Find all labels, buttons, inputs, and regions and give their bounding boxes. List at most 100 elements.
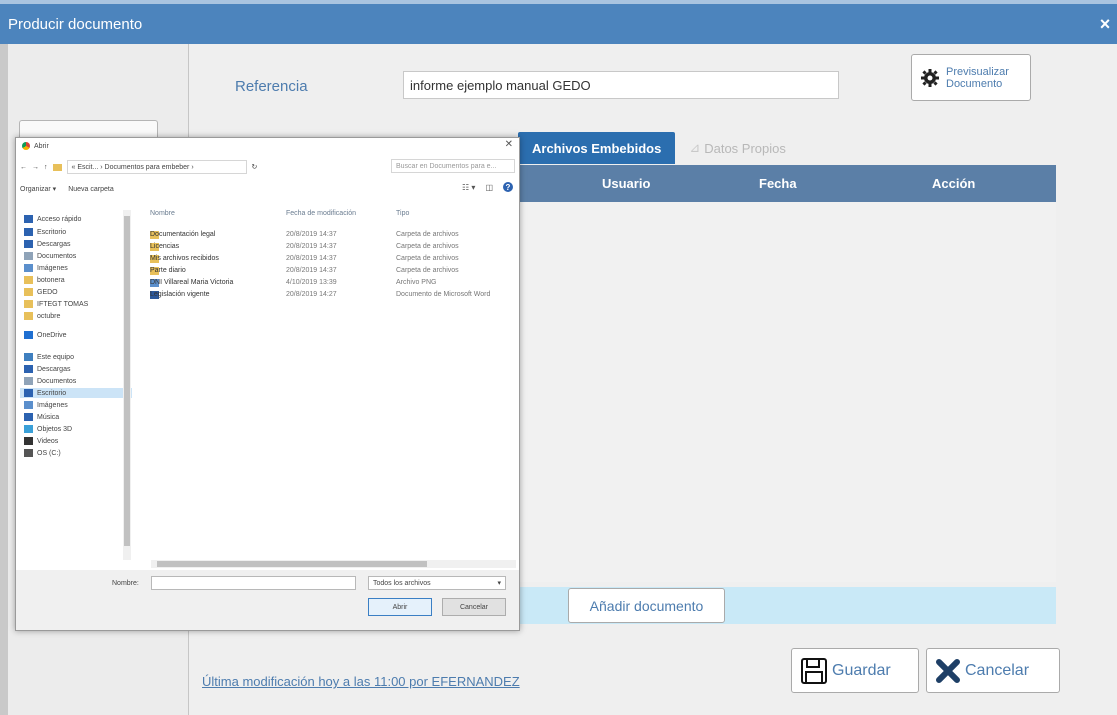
nav-item-label: IFTEGT TOMAS xyxy=(37,300,89,308)
save-label: Guardar xyxy=(832,661,891,679)
file-row[interactable]: Documentación legal 20/8/2019 14:37 Carpet… xyxy=(144,231,518,241)
dialog-search-input[interactable]: Buscar en Documentos para e... xyxy=(391,159,515,173)
dialog-bottom-bar: Nombre: Todos los archivos ▾ Abrir Cance… xyxy=(16,570,519,630)
nav-item[interactable]: Descargas xyxy=(24,364,70,374)
nav-item-label: Este equipo xyxy=(37,353,74,361)
file-date: 20/8/2019 14:37 xyxy=(286,255,337,262)
nav-item[interactable]: Escritorio xyxy=(20,388,132,398)
nav-item[interactable]: Imágenes xyxy=(24,400,68,410)
file-type-select[interactable]: Todos los archivos ▾ xyxy=(368,576,506,590)
up-arrow-icon[interactable]: ↑ xyxy=(44,164,48,171)
reference-input[interactable]: informe ejemplo manual GEDO xyxy=(403,71,839,99)
preview-label-line1: Previsualizar xyxy=(946,65,1009,78)
nav-item-label: Escritorio xyxy=(37,389,67,397)
file-row[interactable]: DNI Villareal Maria Victoria 4/10/2019 13… xyxy=(144,279,518,289)
chevron-down-icon: ▾ xyxy=(497,580,501,587)
tab-archivos-embebidos[interactable]: Archivos Embebidos xyxy=(518,132,676,164)
file-name-text: DNI Villareal Maria Victoria xyxy=(150,279,234,286)
preview-pane-icon[interactable]: ◫ xyxy=(485,183,493,192)
dialog-close-icon[interactable]: ✕ xyxy=(505,139,513,150)
file-column-date[interactable]: Fecha de modificación xyxy=(286,210,356,217)
nav-item[interactable]: OS (C:) xyxy=(24,448,61,458)
computer-icon xyxy=(24,353,33,361)
document-icon xyxy=(24,252,33,260)
nav-item-label: Música xyxy=(37,413,60,421)
nav-item-label: Objetos 3D xyxy=(37,425,73,433)
last-modified-link[interactable]: Última modificación hoy a las 11:00 por … xyxy=(202,674,520,689)
nav-item[interactable]: GEDO xyxy=(24,287,58,297)
open-file-dialog: Abrir ✕ ← → ↑ « Escit... › Documentos pa… xyxy=(15,137,520,631)
nav-item[interactable]: Acceso rápido xyxy=(24,214,81,224)
file-name-input[interactable] xyxy=(151,576,356,590)
save-button[interactable]: Guardar xyxy=(791,648,919,693)
cube-icon xyxy=(24,425,33,433)
nav-item[interactable]: Descargas xyxy=(24,239,70,249)
file-row[interactable]: Parte diario 20/8/2019 14:37 Carpeta de ar… xyxy=(144,267,518,277)
nav-item-label: Documentos xyxy=(37,377,77,385)
file-type: Documento de Microsoft Word xyxy=(396,291,491,298)
nav-item[interactable]: Videos xyxy=(24,436,58,446)
nav-scrollbar[interactable] xyxy=(123,210,131,560)
save-icon xyxy=(801,657,827,684)
folder-icon xyxy=(24,288,33,296)
document-icon xyxy=(24,377,33,385)
folder-icon xyxy=(24,300,33,308)
table-header: Usuario Fecha Acción xyxy=(518,165,1056,202)
help-icon[interactable]: ? xyxy=(503,182,513,192)
dialog-toolbar: Organizar ▾ Nueva carpeta ☷ ▾ ◫ ? xyxy=(20,182,517,196)
file-row[interactable]: Licencias 20/8/2019 14:37 Carpeta de archi… xyxy=(144,243,518,253)
column-header-fecha: Fecha xyxy=(759,176,797,191)
file-date: 20/8/2019 14:37 xyxy=(286,267,337,274)
nav-item[interactable]: IFTEGT TOMAS xyxy=(24,299,88,309)
file-name-text: Licencias xyxy=(150,243,180,250)
open-button[interactable]: Abrir xyxy=(368,598,432,616)
nav-item[interactable]: Imágenes xyxy=(24,263,68,273)
reference-label: Referencia xyxy=(235,78,308,95)
tab-datos-propios[interactable]: ⊿ Datos Propios xyxy=(675,132,800,164)
nav-item[interactable]: octubre xyxy=(24,311,60,321)
toolbar-right: ☷ ▾ ◫ ? xyxy=(462,182,513,192)
file-row[interactable]: Mis archivos recibidos 20/8/2019 14:37 Car… xyxy=(144,255,518,265)
nav-item-label: Escritorio xyxy=(37,228,67,236)
back-arrow-icon[interactable]: ← xyxy=(20,164,27,171)
file-date: 20/8/2019 14:37 xyxy=(286,231,337,238)
preview-document-button[interactable]: Previsualizar Documento xyxy=(911,54,1031,101)
view-options-icon[interactable]: ☷ ▾ xyxy=(462,183,475,192)
nav-item-label: Imágenes xyxy=(37,401,68,409)
music-icon xyxy=(24,413,33,421)
cloud-icon xyxy=(24,331,33,339)
file-name-text: Parte diario xyxy=(150,267,186,274)
file-column-type[interactable]: Tipo xyxy=(396,210,409,217)
file-column-name[interactable]: Nombre xyxy=(150,210,175,217)
nav-item-label: Imágenes xyxy=(37,264,68,272)
forward-arrow-icon[interactable]: → xyxy=(32,164,39,171)
file-row[interactable]: Legislación vigente 20/8/2019 14:27 Docume… xyxy=(144,291,518,301)
nav-item-label: OneDrive xyxy=(37,331,67,339)
tab-datos-label: Datos Propios xyxy=(704,140,786,156)
desktop-icon xyxy=(24,228,33,236)
address-bar[interactable]: « Escit... › Documentos para embeber › xyxy=(66,160,247,174)
video-icon xyxy=(24,437,33,445)
file-name-label: Nombre: xyxy=(112,580,139,587)
dialog-cancel-button[interactable]: Cancelar xyxy=(442,598,506,616)
close-icon[interactable]: × xyxy=(1095,14,1115,34)
cancel-button[interactable]: Cancelar xyxy=(926,648,1060,693)
nav-item[interactable]: Escritorio xyxy=(24,227,66,237)
nav-item-label: botonera xyxy=(37,276,65,284)
column-header-usuario: Usuario xyxy=(602,176,651,191)
file-list-scrollbar[interactable] xyxy=(151,560,516,568)
nav-item[interactable]: Este equipo xyxy=(24,352,74,362)
nav-item-label: OS (C:) xyxy=(37,449,61,457)
nav-item[interactable]: OneDrive xyxy=(24,330,67,340)
refresh-icon[interactable]: ↻ xyxy=(252,163,258,171)
nav-item[interactable]: Documentos xyxy=(24,251,76,261)
add-document-button[interactable]: Añadir documento xyxy=(568,588,725,623)
nav-item[interactable]: botonera xyxy=(24,275,65,285)
folder-icon xyxy=(24,276,33,284)
new-folder-button[interactable]: Nueva carpeta xyxy=(68,186,114,193)
preview-label: Previsualizar Documento xyxy=(946,66,1009,90)
nav-item[interactable]: Música xyxy=(24,412,59,422)
nav-item[interactable]: Documentos xyxy=(24,376,76,386)
nav-item[interactable]: Objetos 3D xyxy=(24,424,72,434)
organize-menu[interactable]: Organizar ▾ xyxy=(20,185,56,193)
